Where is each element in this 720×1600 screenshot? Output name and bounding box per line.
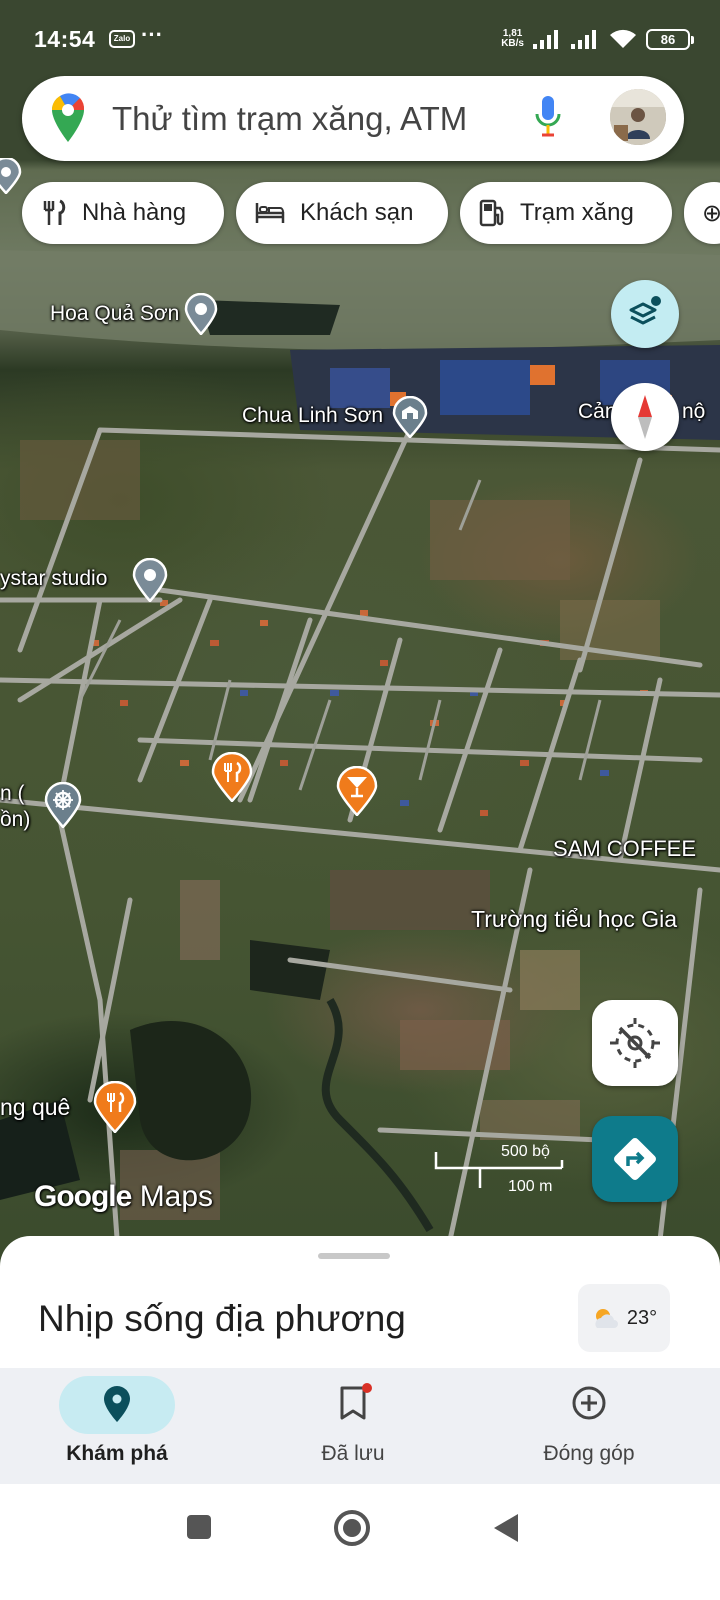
status-bar: 14:54 Zalo ··· 1,81 KB/s 86 [0, 0, 720, 80]
map-label-cang-suffix: nộ [682, 400, 706, 423]
studio-pin-icon[interactable] [132, 558, 168, 602]
signal-icon [533, 30, 558, 49]
map-label-partial-left-1[interactable]: n ( [0, 782, 25, 806]
bottom-navigation: Khám phá Đã lưu Đóng góp [0, 1368, 720, 1484]
battery-icon: 86 [646, 28, 694, 50]
back-icon[interactable] [490, 1510, 524, 1546]
wifi-icon [610, 29, 636, 48]
map-label-skystar-studio[interactable]: ystar studio [0, 567, 107, 591]
chip-more-icon: ⊕ [702, 199, 720, 227]
layers-button[interactable] [611, 280, 679, 348]
place-pin-icon[interactable] [184, 293, 218, 335]
bar-pin-icon[interactable] [336, 766, 378, 816]
temple-pin-icon[interactable] [392, 396, 428, 438]
watermark-maps: Maps [139, 1180, 214, 1213]
pagoda-pin-icon[interactable] [44, 782, 82, 828]
map-label-hoa-qua-son[interactable]: Hoa Quả Sơn [50, 302, 179, 326]
signal-icon [571, 30, 596, 49]
map-label-sam-coffee[interactable]: SAM COFFEE [553, 836, 696, 862]
search-input[interactable]: Thử tìm trạm xăng, ATM [112, 100, 467, 138]
sheet-drag-handle[interactable] [318, 1253, 390, 1259]
directions-icon [614, 1138, 656, 1180]
map-label-truong-tieu-hoc[interactable]: Trường tiểu học Gia [471, 906, 677, 933]
network-speed-unit: KB/s [501, 38, 524, 49]
sheet-title: Nhịp sống địa phương [38, 1298, 406, 1339]
chip-restaurants[interactable]: Nhà hàng [22, 182, 224, 244]
weather-chip[interactable]: 23° [578, 1284, 670, 1352]
nav-explore[interactable]: Khám phá [22, 1368, 222, 1484]
status-time: 14:54 [34, 26, 96, 52]
bookmark-icon [340, 1383, 372, 1420]
place-pin-icon[interactable] [0, 158, 24, 194]
bottom-sheet[interactable]: Nhịp sống địa phương 23° [0, 1236, 720, 1376]
restaurant-icon [43, 199, 66, 225]
recent-apps-icon[interactable] [184, 1512, 214, 1542]
weather-temperature: 23° [626, 1306, 658, 1329]
mic-icon[interactable] [534, 94, 562, 140]
chip-restaurants-label: Nhà hàng [82, 199, 187, 226]
restaurant-pin-icon[interactable] [211, 752, 253, 802]
nav-saved-label: Đã lưu [321, 1442, 385, 1465]
system-navigation-bar [0, 1484, 720, 1600]
compass-icon [638, 395, 652, 439]
hotel-icon [255, 203, 285, 223]
more-notifications-icon: ··· [141, 22, 163, 47]
network-speed: 1,81 KB/s [501, 29, 524, 49]
status-indicators: 1,81 KB/s 86 [501, 28, 694, 50]
restaurant-pin-icon[interactable] [93, 1081, 137, 1133]
chip-gas-stations[interactable]: Trạm xăng [460, 182, 672, 244]
layers-icon [629, 296, 661, 325]
my-location-button[interactable] [592, 1000, 678, 1086]
nav-contribute-label: Đóng góp [543, 1442, 635, 1465]
chip-hotels-label: Khách sạn [300, 199, 414, 226]
nav-saved[interactable]: Đã lưu [258, 1368, 458, 1484]
scale-metric-label: 100 m [508, 1178, 553, 1195]
scale-imperial-label: 500 bộ [501, 1143, 550, 1160]
map-label-chua-linh-son[interactable]: Chua Linh Sơn [242, 404, 383, 428]
directions-button[interactable] [592, 1116, 678, 1202]
nav-contribute[interactable]: Đóng góp [494, 1368, 694, 1484]
google-maps-logo-icon [51, 93, 85, 142]
zalo-notification-icon: Zalo [109, 30, 135, 48]
map-label-lang-que[interactable]: ng quê [0, 1094, 70, 1121]
chip-gas-stations-label: Trạm xăng [520, 199, 634, 226]
search-bar[interactable]: Thử tìm trạm xăng, ATM [22, 76, 684, 161]
compass-button[interactable] [611, 383, 679, 451]
map-label-partial-left-2[interactable]: ồn) [0, 808, 30, 832]
explore-pin-icon [104, 1386, 130, 1422]
add-circle-icon [572, 1386, 606, 1420]
home-icon[interactable] [332, 1508, 372, 1548]
google-maps-watermark: Google Maps [34, 1180, 213, 1214]
partly-sunny-icon [595, 1309, 618, 1328]
watermark-google: Google [34, 1180, 132, 1213]
location-disabled-icon [610, 1018, 660, 1068]
gas-station-icon [479, 199, 504, 227]
avatar-photo [610, 89, 666, 145]
avatar[interactable] [610, 89, 666, 145]
chip-hotels[interactable]: Khách sạn [236, 182, 448, 244]
nav-explore-label: Khám phá [66, 1442, 168, 1465]
map-scale: 500 bộ 100 m [434, 1140, 574, 1200]
